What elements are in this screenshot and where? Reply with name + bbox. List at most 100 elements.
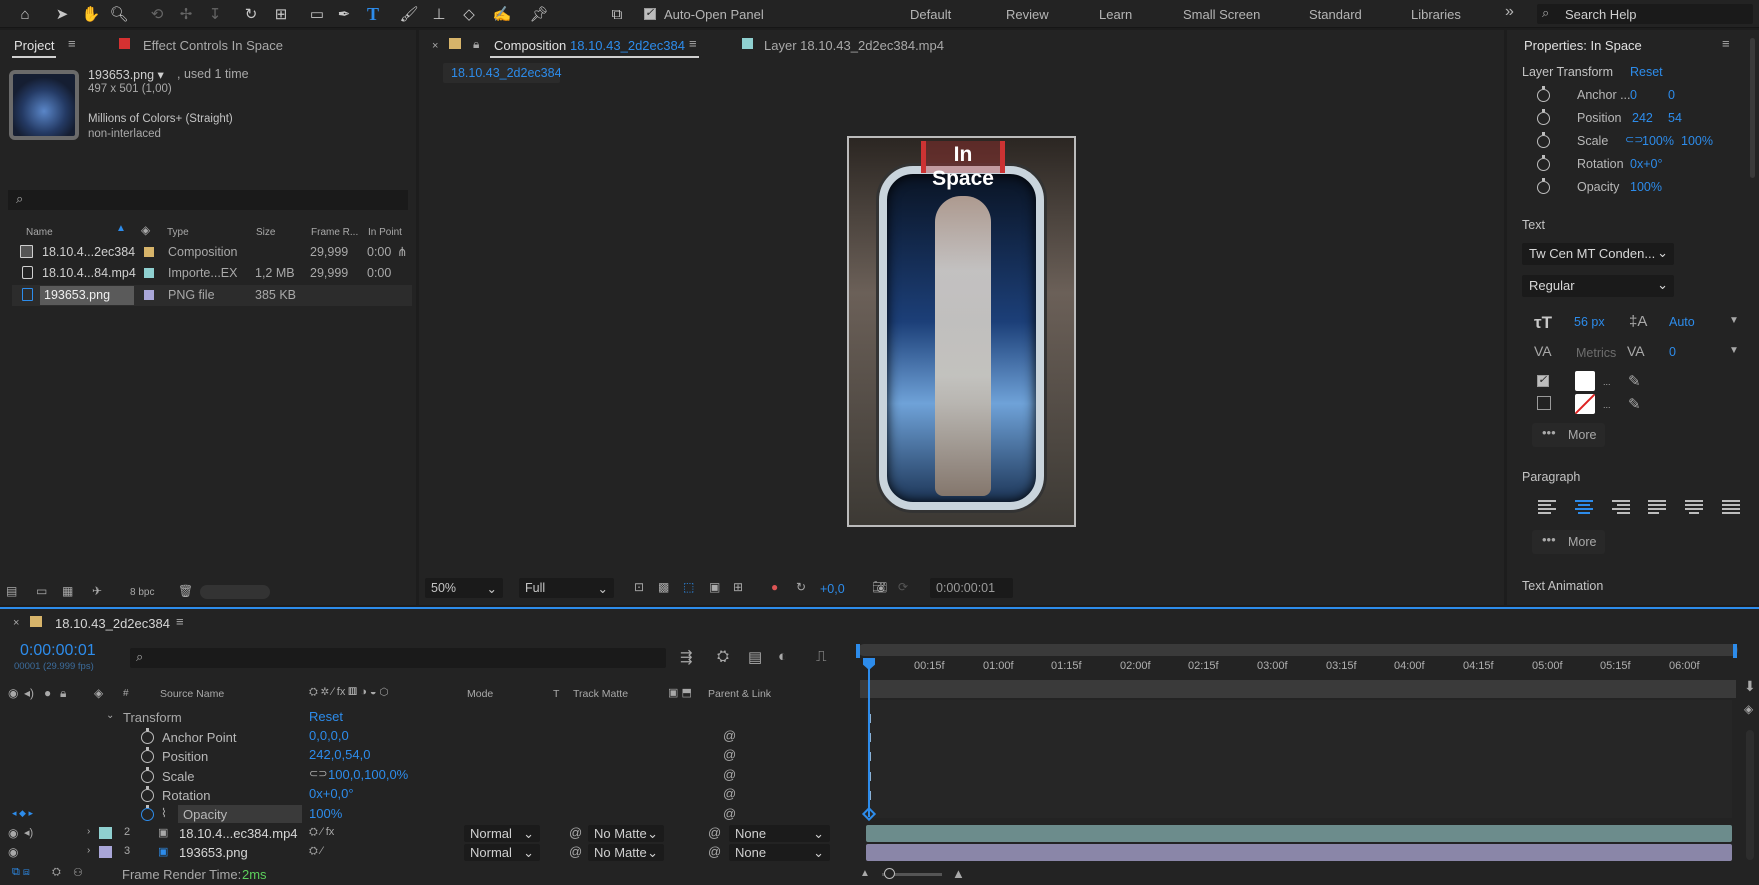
snapshot-icon[interactable]: 📷︎ <box>872 580 887 594</box>
stopwatch-icon[interactable] <box>1537 86 1550 102</box>
transform-label[interactable]: Transform <box>123 710 182 725</box>
leading-chevron-icon[interactable]: ▼ <box>1729 315 1739 326</box>
opacity-value[interactable]: 100% <box>309 806 342 821</box>
anchor-point-value[interactable]: 0,0,0,0 <box>309 728 349 743</box>
anchor-x[interactable]: 0 <box>1630 88 1637 102</box>
auto-open-checkbox[interactable] <box>644 6 656 21</box>
project-item-png[interactable]: 193653.png PNG file 385 KB <box>12 285 412 306</box>
audio-speaker-icon[interactable]: ◂) <box>24 826 33 839</box>
stroke-checkbox[interactable] <box>1537 396 1551 410</box>
work-area-bar[interactable] <box>858 644 1738 656</box>
layer-switches[interactable]: ⛭ ⁄ fx <box>309 826 334 839</box>
mask-visibility-icon[interactable]: ⬚ <box>683 580 694 594</box>
type-tool-icon[interactable]: T <box>362 3 384 25</box>
home-icon[interactable]: ⌂ <box>14 3 36 25</box>
work-area-end[interactable] <box>1733 644 1737 658</box>
color-channels-icon[interactable]: ● <box>771 580 778 594</box>
orbit-tool-icon[interactable]: ⟲ <box>146 3 168 25</box>
comp-menu-icon[interactable]: ≡ <box>689 36 697 51</box>
opacity-value[interactable]: 100% <box>1630 180 1662 194</box>
clone-stamp-tool-icon[interactable]: ⊥ <box>428 3 450 25</box>
visibility-eye-icon[interactable]: ◉ <box>8 826 18 840</box>
justify-left-icon[interactable] <box>1648 500 1666 514</box>
exposure-value[interactable]: +0,0 <box>820 582 845 596</box>
col-frame-rate[interactable]: Frame R... <box>311 227 358 238</box>
solo-toggle-icon[interactable]: ● <box>44 686 51 700</box>
zoom-dropdown[interactable]: 50% ⌄ <box>425 578 503 598</box>
transform-reset-link[interactable]: Reset <box>1630 65 1663 79</box>
comp-timecode[interactable]: 0:00:00:01 <box>930 578 1013 598</box>
align-center-icon[interactable] <box>1575 500 1593 514</box>
project-tab[interactable]: Project <box>14 38 54 53</box>
composition-viewer[interactable]: In Space <box>847 136 1076 527</box>
dolly-tool-icon[interactable]: ↧ <box>204 3 226 25</box>
search-help-input[interactable]: ⌕ Search Help <box>1537 4 1753 24</box>
track-matte-dropdown[interactable]: No Matte ⌄ <box>588 825 664 842</box>
stopwatch-active-icon[interactable] <box>141 805 154 821</box>
layer-name[interactable]: 193653.png <box>179 845 248 860</box>
position-x[interactable]: 242 <box>1632 111 1653 125</box>
audio-toggle-icon[interactable]: ◂) <box>24 686 34 700</box>
stopwatch-icon[interactable] <box>1537 155 1550 171</box>
workspace-overflow-icon[interactable]: » <box>1505 3 1514 21</box>
composition-flowchart-icon[interactable]: ⇶ <box>680 648 693 666</box>
comp-duration-bar[interactable] <box>860 680 1736 698</box>
workspace-small-screen[interactable]: Small Screen <box>1183 7 1260 22</box>
resolution-dropdown[interactable]: Full ⌄ <box>519 578 614 598</box>
properties-scrollbar[interactable] <box>1750 38 1755 178</box>
col-type[interactable]: Type <box>167 227 189 238</box>
align-right-icon[interactable] <box>1612 500 1630 514</box>
layer-label-color[interactable] <box>99 827 112 839</box>
zoom-out-icon[interactable]: ▲ <box>860 868 870 879</box>
stroke-eyedropper-icon[interactable]: ✎ <box>1628 395 1641 413</box>
pick-whip-icon[interactable]: @ <box>569 844 582 859</box>
position-value[interactable]: 242,0,54,0 <box>309 747 370 762</box>
col-track-matte[interactable]: Track Matte <box>573 688 628 700</box>
timeline-comp-tab[interactable]: 18.10.43_2d2ec384 <box>55 616 170 631</box>
transform-twirl-icon[interactable]: ⌄ <box>106 710 114 721</box>
label-color-swatch[interactable] <box>144 290 154 300</box>
workspace-libraries[interactable]: Libraries <box>1411 7 1461 22</box>
trash-icon[interactable]: 🗑︎ <box>178 584 193 598</box>
lock-icon[interactable]: 🔒︎ <box>473 37 479 52</box>
pick-whip-icon[interactable]: @ <box>708 825 721 840</box>
stroke-color-swatch[interactable] <box>1575 394 1595 414</box>
render-time-icon[interactable]: ⚇ <box>73 866 83 879</box>
workspace-default[interactable]: Default <box>910 7 951 22</box>
motion-blur-icon[interactable]: ◐ <box>778 648 787 665</box>
layer-label-color[interactable] <box>99 846 112 858</box>
layer-tab[interactable]: Layer 18.10.43_2d2ec384.mp4 <box>764 38 944 53</box>
transform-reset[interactable]: Reset <box>309 709 343 724</box>
interpret-footage-icon[interactable]: ▤ <box>6 584 17 598</box>
scale-y[interactable]: 100% <box>1681 134 1713 148</box>
fill-color-swatch[interactable] <box>1575 371 1595 391</box>
adjust-project-icon[interactable]: ✈ <box>92 584 102 598</box>
col-mode[interactable]: Mode <box>467 688 493 700</box>
close-comp-icon[interactable]: × <box>432 40 438 52</box>
pick-whip-icon[interactable]: @ <box>723 806 736 821</box>
constrain-link-icon[interactable]: ⊂⊃ <box>309 767 327 780</box>
workspace-review[interactable]: Review <box>1006 7 1049 22</box>
pick-whip-icon[interactable]: @ <box>723 728 736 743</box>
font-family-dropdown[interactable]: Tw Cen MT Conden... ⌄ <box>1522 243 1674 265</box>
stopwatch-icon[interactable] <box>141 767 154 783</box>
layer-switches[interactable]: ⛭ ⁄ <box>309 845 323 858</box>
workspace-standard[interactable]: Standard <box>1309 7 1362 22</box>
new-composition-icon[interactable]: ▦ <box>62 584 73 598</box>
graph-icon[interactable]: ⌇ <box>161 806 167 820</box>
composition-tab-name[interactable]: 18.10.43_2d2ec384 <box>570 38 685 53</box>
selection-tool-icon[interactable]: ➤ <box>51 3 73 25</box>
work-area-start[interactable] <box>856 644 860 658</box>
puppet-tool-icon[interactable]: 📌︎ <box>528 3 550 25</box>
tracking-chevron-icon[interactable]: ▼ <box>1729 345 1739 356</box>
stopwatch-icon[interactable] <box>141 747 154 763</box>
current-timecode[interactable]: 0:00:00:01 <box>20 642 96 660</box>
col-parent-link[interactable]: Parent & Link <box>708 688 771 700</box>
rectangle-tool-icon[interactable]: ▭ <box>306 3 328 25</box>
layer-twirl-icon[interactable]: › <box>87 826 90 837</box>
scale-value[interactable]: 100,0,100,0% <box>328 767 408 782</box>
pick-whip-icon[interactable]: @ <box>723 767 736 782</box>
video-toggle-icon[interactable]: ◉ <box>8 686 18 700</box>
workspace-learn[interactable]: Learn <box>1099 7 1132 22</box>
timeline-search-input[interactable]: ⌕ <box>130 648 666 668</box>
